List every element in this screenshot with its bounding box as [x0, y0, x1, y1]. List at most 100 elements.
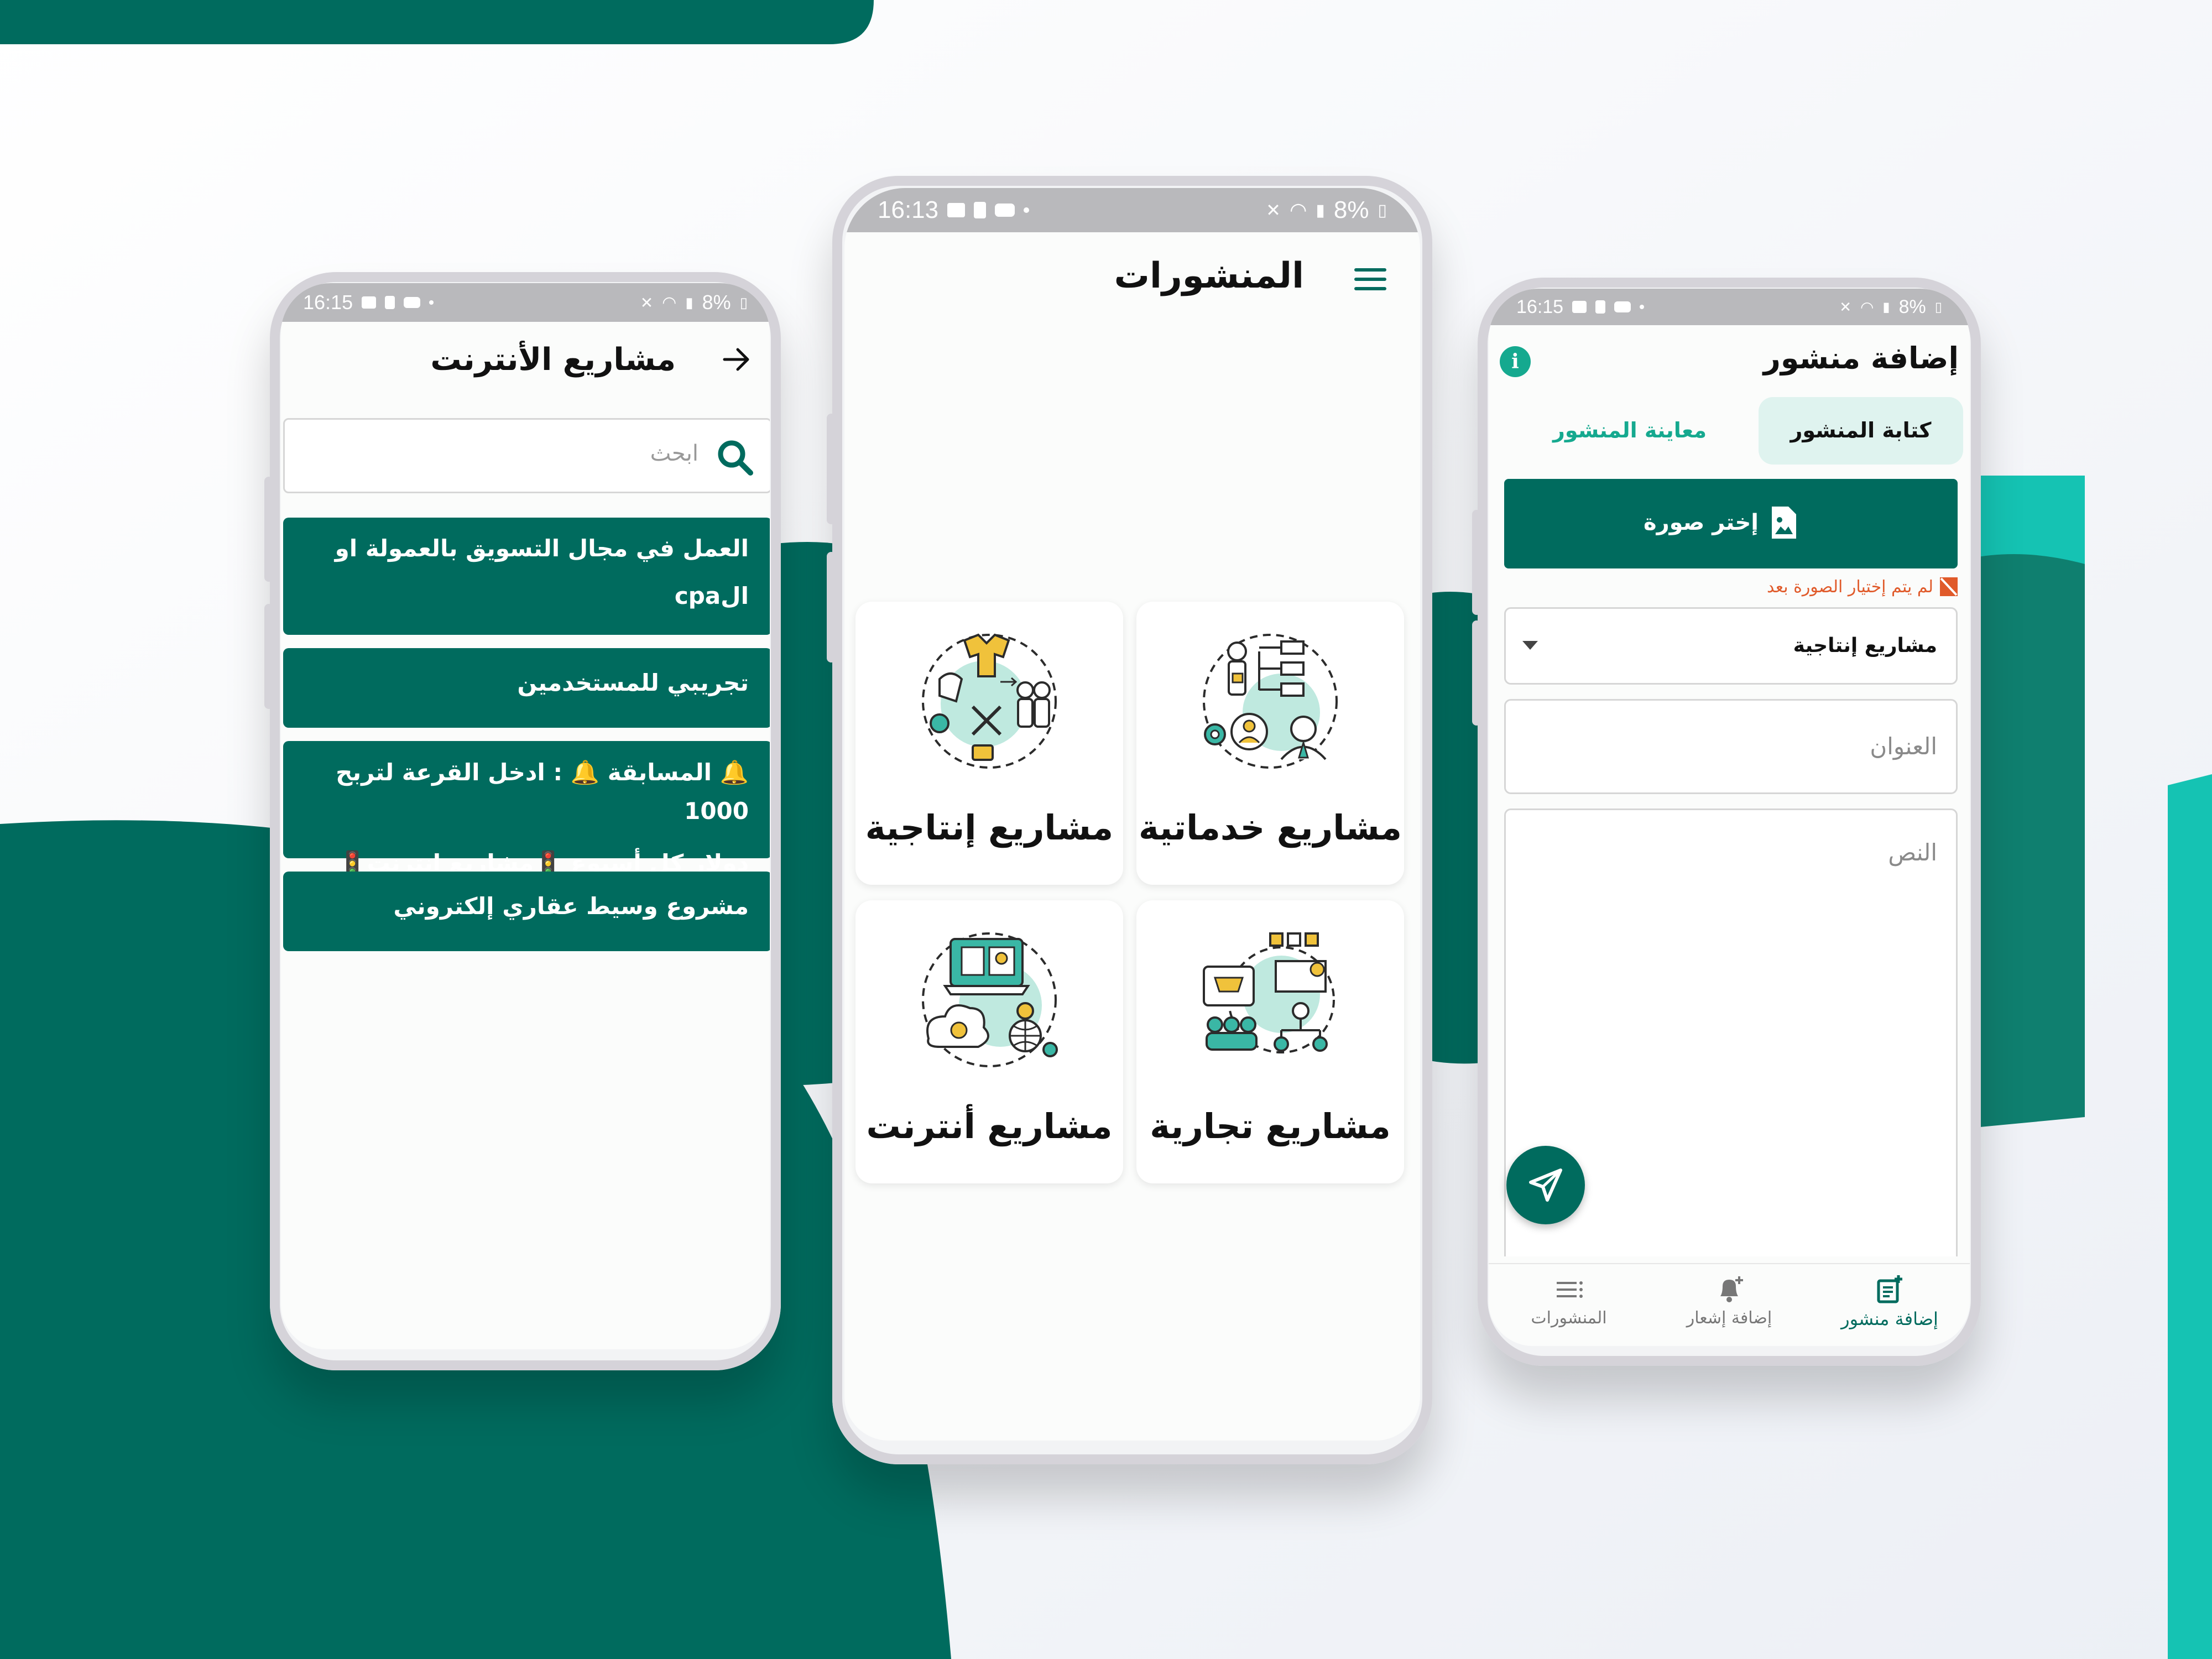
nav-label: إضافة منشور [1841, 1308, 1938, 1329]
post-title-line: مشروع وسيط عقاري إلكتروني [393, 893, 749, 920]
image-file-icon [1770, 504, 1798, 541]
page-title: إضافة منشور [1763, 341, 1959, 375]
image-error-message: لم يتم إختيار الصورة بعد [1767, 577, 1933, 597]
youtube-icon [404, 297, 421, 308]
tab-preview-post[interactable]: معاينة المنشور [1527, 418, 1732, 442]
notification-h-icon [1595, 300, 1606, 314]
battery-icon: ▯ [1934, 299, 1942, 315]
category-card-production[interactable]: مشاريع إنتاجية [855, 602, 1123, 885]
search-icon[interactable] [715, 437, 755, 477]
mute-icon: ✕ [1266, 200, 1281, 220]
nav-label: المنشورات [1531, 1308, 1607, 1328]
post-title-line: العمل في مجال التسويق بالعمولة او [335, 535, 749, 562]
category-label: مشاريع أنترنت [866, 1106, 1113, 1146]
center-phone: 16:13 ✕ ◠ ▮ 8% ▯ المنشورات مشاريع خدماتي… [827, 176, 1432, 1464]
add-notification-icon [1714, 1274, 1745, 1305]
notification-h-icon [385, 296, 395, 309]
category-label: مشاريع تجارية [1150, 1106, 1391, 1146]
category-select-value: مشاريع إنتاجية [1793, 634, 1937, 657]
mute-icon: ✕ [640, 294, 654, 311]
youtube-icon [995, 204, 1015, 217]
list-item[interactable]: مشروع وسيط عقاري إلكتروني [283, 872, 770, 951]
internet-projects-icon [917, 928, 1061, 1072]
list-item[interactable]: 🔔 المسابقة 🔔 : ادخل القرعة لتربح 1000 دو… [283, 741, 770, 877]
signal-icon: ▮ [685, 294, 693, 311]
phone-side-button [1472, 510, 1481, 615]
signal-icon: ▮ [1316, 201, 1325, 220]
wifi-icon: ◠ [1289, 199, 1307, 221]
gallery-icon [947, 203, 966, 217]
wifi-icon: ◠ [1860, 298, 1874, 316]
signal-icon: ▮ [1882, 299, 1890, 315]
post-title-line: الcpa [674, 582, 749, 609]
status-bar: 16:13 ✕ ◠ ▮ 8% ▯ [844, 188, 1420, 232]
choose-image-label: إختر صورة [1643, 510, 1759, 535]
dot-icon [1024, 207, 1030, 213]
center-phone-screen: 16:13 ✕ ◠ ▮ 8% ▯ المنشورات مشاريع خدماتي… [844, 188, 1420, 1441]
category-label: مشاريع إنتاجية [865, 807, 1114, 848]
left-phone: 16:15 ✕ ◠ ▮ 8% ▯ مشاريع الأنترنت ابحث ال… [264, 272, 781, 1370]
status-time: 16:13 [878, 196, 939, 223]
chevron-down-icon [1522, 641, 1538, 650]
search-input[interactable]: ابحث [650, 441, 698, 466]
nav-add-notification[interactable]: إضافة إشعار [1660, 1274, 1798, 1328]
info-icon[interactable]: i [1500, 346, 1531, 377]
dot-icon [429, 300, 434, 305]
add-post-icon [1874, 1274, 1905, 1305]
nav-add-post[interactable]: إضافة منشور [1820, 1274, 1959, 1329]
list-item[interactable]: العمل في مجال التسويق بالعمولة او الcpa [283, 518, 770, 635]
search-box[interactable]: ابحث [283, 418, 770, 493]
gallery-icon [1572, 301, 1587, 313]
category-select[interactable]: مشاريع إنتاجية [1504, 607, 1958, 685]
phone-side-button [1472, 620, 1481, 726]
wifi-icon: ◠ [662, 293, 677, 312]
tab-write-label: كتابة المنشور [1790, 418, 1932, 442]
no-image-icon [1939, 576, 1959, 597]
list-icon [1553, 1274, 1584, 1305]
dot-icon [1640, 305, 1645, 309]
post-title-line: تجريبي للمستخدمين [517, 669, 749, 696]
youtube-icon [1614, 301, 1631, 312]
gallery-icon [362, 296, 377, 309]
battery-level: 8% [702, 291, 731, 314]
title-placeholder: العنوان [1870, 733, 1937, 760]
status-time: 16:15 [303, 291, 353, 314]
choose-image-button[interactable]: إختر صورة [1504, 479, 1958, 568]
phone-side-button [827, 414, 836, 524]
body-placeholder: النص [1888, 839, 1937, 866]
title-field[interactable]: العنوان [1504, 699, 1958, 794]
send-icon [1526, 1166, 1565, 1204]
bottom-navigation: إضافة منشور إضافة إشعار المنشورات [1489, 1263, 1970, 1346]
nav-label: إضافة إشعار [1686, 1308, 1772, 1328]
page-title: المنشورات [1114, 255, 1304, 296]
production-projects-icon [917, 629, 1061, 773]
battery-icon: ▯ [739, 294, 748, 311]
service-projects-icon [1198, 629, 1342, 773]
phone-side-button [264, 604, 273, 709]
phone-side-button [827, 552, 836, 662]
phone-side-button [264, 477, 273, 582]
status-bar: 16:15 ✕ ◠ ▮ 8% ▯ [281, 283, 770, 322]
list-item[interactable]: تجريبي للمستخدمين [283, 648, 770, 728]
menu-icon[interactable] [1354, 265, 1387, 293]
category-card-service[interactable]: مشاريع خدماتية [1136, 602, 1404, 885]
right-phone: 16:15 ✕ ◠ ▮ 8% ▯ إضافة منشور i كتابة الم… [1472, 278, 1981, 1366]
battery-icon: ▯ [1378, 201, 1387, 220]
category-card-internet[interactable]: مشاريع أنترنت [855, 900, 1123, 1183]
category-card-commercial[interactable]: مشاريع تجارية [1136, 900, 1404, 1183]
arrow-right-icon[interactable] [720, 343, 753, 376]
status-time: 16:15 [1516, 296, 1564, 317]
status-bar: 16:15 ✕ ◠ ▮ 8% ▯ [1489, 289, 1970, 325]
battery-level: 8% [1333, 196, 1369, 223]
right-phone-screen: 16:15 ✕ ◠ ▮ 8% ▯ إضافة منشور i كتابة الم… [1489, 289, 1970, 1346]
notification-h-icon [974, 202, 987, 218]
left-phone-screen: 16:15 ✕ ◠ ▮ 8% ▯ مشاريع الأنترنت ابحث ال… [281, 283, 770, 1349]
mute-icon: ✕ [1839, 298, 1851, 315]
send-button[interactable] [1506, 1146, 1585, 1224]
post-title-line: 🔔 المسابقة 🔔 : ادخل القرعة لتربح 1000 [336, 759, 749, 825]
commercial-projects-icon [1198, 928, 1342, 1072]
category-label: مشاريع خدماتية [1138, 807, 1402, 848]
page-title: مشاريع الأنترنت [430, 342, 676, 378]
battery-level: 8% [1898, 296, 1926, 317]
nav-posts[interactable]: المنشورات [1500, 1274, 1638, 1328]
